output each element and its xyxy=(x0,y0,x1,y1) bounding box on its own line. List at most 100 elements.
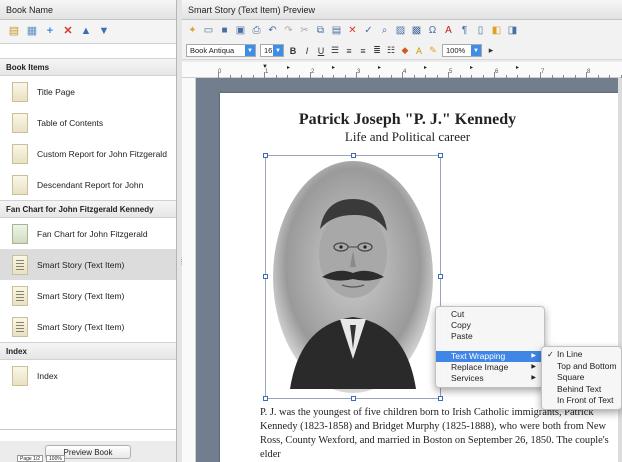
align-right-icon[interactable]: ≡ xyxy=(358,46,368,56)
section-header: Book Items xyxy=(0,58,176,76)
tab-stop-icon[interactable]: ▸ xyxy=(287,64,290,71)
portrait-image[interactable] xyxy=(270,159,436,395)
paste-icon[interactable]: ▤ xyxy=(330,25,343,38)
portrait-image-selection[interactable] xyxy=(263,153,443,401)
tab-stop-icon[interactable]: ▸ xyxy=(378,64,381,71)
resize-handle[interactable] xyxy=(438,274,443,279)
submenu-item-square[interactable]: Square xyxy=(542,372,621,384)
zoom-indicator[interactable]: 100% xyxy=(46,455,65,462)
tab-stop-icon[interactable]: ▼ xyxy=(262,64,268,70)
add-book-item-icon[interactable]: ▤ xyxy=(8,26,20,38)
print-preview-icon[interactable]: ▣ xyxy=(234,25,247,38)
menu-item-cut[interactable]: Cut xyxy=(436,309,544,320)
submenu-item-in-front-of-text[interactable]: In Front of Text xyxy=(542,395,621,407)
undo-icon[interactable]: ↶ xyxy=(266,25,279,38)
symbol-icon[interactable]: Ω xyxy=(426,25,439,38)
ruler-number: 7 xyxy=(541,69,545,75)
resize-handle[interactable] xyxy=(263,153,268,158)
resize-handle[interactable] xyxy=(263,274,268,279)
list-item-selected[interactable]: Smart Story (Text Item) xyxy=(0,249,176,280)
find-icon[interactable]: ⌕ xyxy=(378,25,391,38)
justify-icon[interactable]: ≣ xyxy=(372,45,382,56)
paragraph-icon[interactable]: ¶ xyxy=(458,25,471,38)
tab-stop-icon[interactable]: ▸ xyxy=(332,64,335,71)
single-page-icon[interactable]: ◧ xyxy=(490,25,503,38)
menu-item-copy[interactable]: Copy xyxy=(436,320,544,331)
copy-icon[interactable]: ⧉ xyxy=(314,25,327,38)
bullet-list-icon[interactable]: ☷ xyxy=(386,45,396,56)
font-size-select[interactable]: 16 ▼ xyxy=(260,44,284,57)
menu-item-replace-image[interactable]: Replace Image ▶ xyxy=(436,362,544,373)
submenu-item-behind-text[interactable]: Behind Text xyxy=(542,384,621,396)
redo-icon[interactable]: ↷ xyxy=(282,25,295,38)
new-icon[interactable]: ✦ xyxy=(186,25,199,38)
zoom-select[interactable]: 100% ▼ xyxy=(442,44,482,57)
book-panel: Book Name ▤ ▦ + ✕ ▲ ▼ Book Items Title P… xyxy=(0,0,177,462)
chevron-down-icon: ▼ xyxy=(245,45,255,56)
list-item[interactable]: Descendant Report for John xyxy=(0,169,176,200)
resize-handle[interactable] xyxy=(351,153,356,158)
resize-handle[interactable] xyxy=(263,396,268,401)
list-item[interactable]: Table of Contents xyxy=(0,107,176,138)
picture-properties-icon[interactable]: ▩ xyxy=(410,25,423,38)
text-color-icon[interactable]: A xyxy=(414,46,424,56)
move-down-icon[interactable]: ▼ xyxy=(98,26,110,38)
document-icon xyxy=(12,81,28,102)
open-icon[interactable]: ▭ xyxy=(202,25,215,38)
resize-handle[interactable] xyxy=(351,396,356,401)
page-body-text[interactable]: P. J. was the youngest of five children … xyxy=(260,406,618,462)
preview-panel-title: Smart Story (Text Item) Preview xyxy=(182,0,622,20)
chevron-down-icon: ▼ xyxy=(273,45,283,56)
resize-handle[interactable] xyxy=(438,396,443,401)
more-arrow-icon[interactable]: ▸ xyxy=(486,45,496,56)
list-item[interactable]: Fan Chart for John Fitzgerald xyxy=(0,218,176,249)
tab-stop-icon[interactable]: ▸ xyxy=(470,64,473,71)
page-subtitle[interactable]: Life and Political career xyxy=(220,129,595,145)
align-left-icon[interactable]: ☰ xyxy=(330,45,340,56)
menu-item-services[interactable]: Services ▶ xyxy=(436,373,544,384)
fan-chart-icon xyxy=(12,223,28,244)
delete-icon[interactable]: ✕ xyxy=(62,26,74,38)
move-up-icon[interactable]: ▲ xyxy=(80,26,92,38)
italic-icon[interactable]: I xyxy=(302,46,312,56)
submenu-item-top-and-bottom[interactable]: Top and Bottom xyxy=(542,361,621,373)
page-title[interactable]: Patrick Joseph "P. J." Kennedy xyxy=(220,111,595,129)
save-icon[interactable]: ■ xyxy=(218,25,231,38)
print-icon[interactable]: ⎙ xyxy=(250,25,263,38)
resize-handle[interactable] xyxy=(438,153,443,158)
cut-icon[interactable]: ✂ xyxy=(298,25,311,38)
section-header: Index xyxy=(0,342,176,360)
delete-icon[interactable]: ✕ xyxy=(346,25,359,38)
horizontal-ruler[interactable]: 0 1 2 3 4 5 6 7 8 ▼ ▸ ▸ ▸ ▸ ▸ ▸ xyxy=(182,62,622,78)
highlight-icon[interactable]: ◆ xyxy=(400,45,410,56)
submenu-arrow-icon: ▶ xyxy=(531,375,536,381)
align-center-icon[interactable]: ≡ xyxy=(344,46,354,56)
tab-stop-icon[interactable]: ▸ xyxy=(516,64,519,71)
layout-icon[interactable]: ◨ xyxy=(506,25,519,38)
font-color-icon[interactable]: A xyxy=(442,25,455,38)
menu-item-text-wrapping[interactable]: Text Wrapping ▶ xyxy=(436,351,544,362)
text-wrapping-submenu: ✓ In Line Top and Bottom Square Behind T… xyxy=(541,346,622,410)
list-item[interactable]: Custom Report for John Fitzgerald xyxy=(0,138,176,169)
insert-picture-icon[interactable]: ▨ xyxy=(394,25,407,38)
plus-icon[interactable]: + xyxy=(44,26,56,38)
menu-item-paste[interactable]: Paste xyxy=(436,331,544,342)
ruler-number: 3 xyxy=(357,69,361,75)
page-setup-icon[interactable]: ▯ xyxy=(474,25,487,38)
bold-icon[interactable]: B xyxy=(288,46,298,56)
submenu-arrow-icon: ▶ xyxy=(531,353,536,359)
list-item[interactable]: Title Page xyxy=(0,76,176,107)
ruler-number: 4 xyxy=(403,69,407,75)
spellcheck-icon[interactable]: ✓ xyxy=(362,25,375,38)
underline-icon[interactable]: U xyxy=(316,46,326,56)
list-item[interactable]: Smart Story (Text Item) xyxy=(0,311,176,342)
list-item[interactable]: Index xyxy=(0,360,176,391)
clear-format-icon[interactable]: ✎ xyxy=(428,45,438,56)
smart-story-icon xyxy=(12,316,28,337)
new-page-icon[interactable]: ▦ xyxy=(26,26,38,38)
font-name-select[interactable]: Book Antiqua ▼ xyxy=(186,44,256,57)
menu-item-label: Text Wrapping xyxy=(451,351,506,361)
list-item[interactable]: Smart Story (Text Item) xyxy=(0,280,176,311)
tab-stop-icon[interactable]: ▸ xyxy=(424,64,427,71)
submenu-item-in-line[interactable]: ✓ In Line xyxy=(542,349,621,361)
